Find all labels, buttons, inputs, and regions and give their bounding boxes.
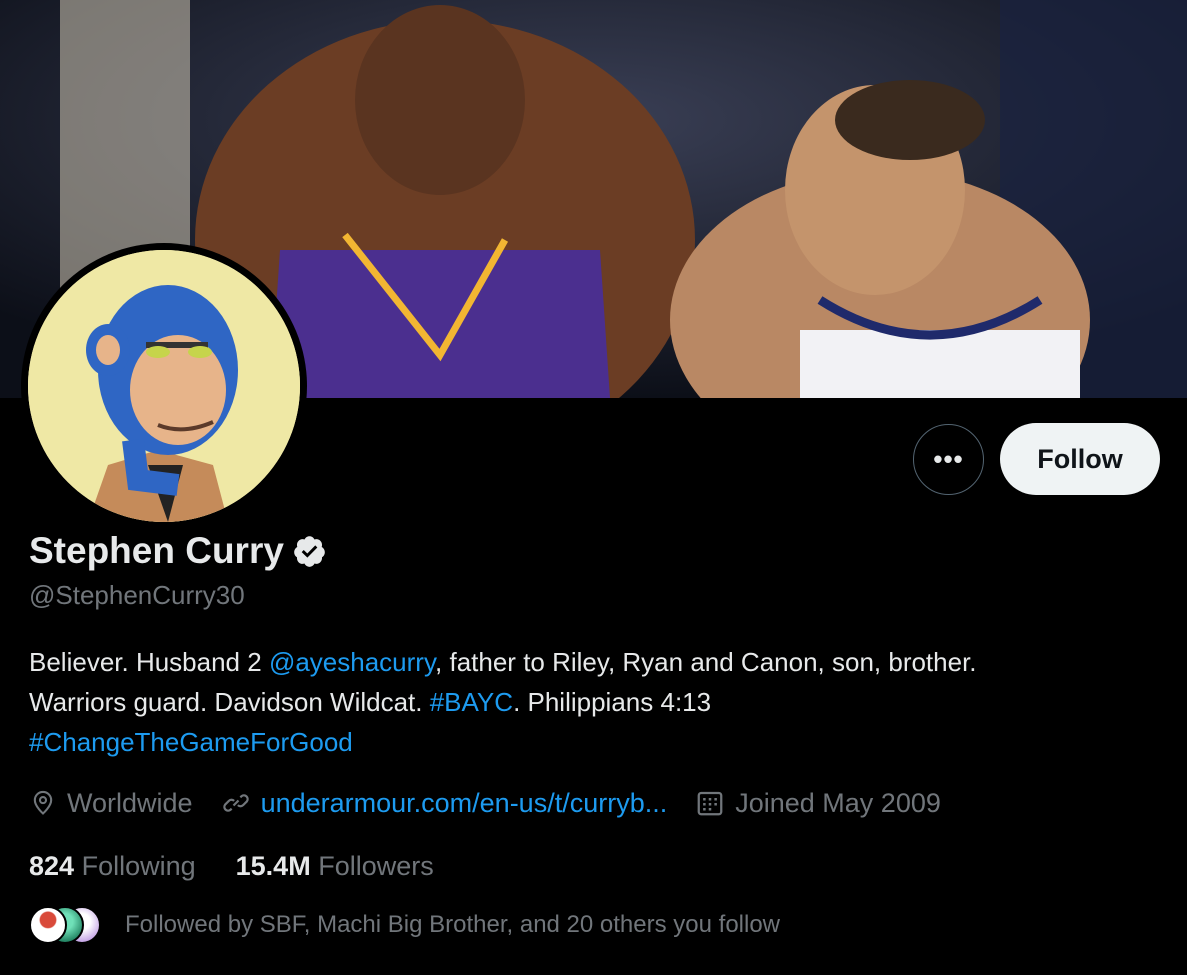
verified-badge-icon[interactable] <box>292 534 327 569</box>
followers-link[interactable]: 15.4M Followers <box>236 851 434 882</box>
bio-text: , father to Riley, Ryan and Canon, son, … <box>435 647 977 677</box>
location-text: Worldwide <box>67 787 193 818</box>
website-link[interactable]: underarmour.com/en-us/t/curryb... <box>261 788 668 819</box>
followers-label: Followers <box>318 850 434 881</box>
following-label: Following <box>81 850 196 881</box>
location-item: Worldwide <box>29 788 193 819</box>
followers-count: 15.4M <box>235 850 311 881</box>
bio-line-1: Believer. Husband 2 @ayeshacurry, father… <box>29 642 1159 682</box>
mutual-avatars <box>29 906 101 944</box>
display-name: Stephen Curry <box>29 530 284 571</box>
following-link[interactable]: 824 Following <box>29 851 196 882</box>
bio-hashtag-link[interactable]: #ChangeTheGameForGood <box>29 727 353 757</box>
more-icon: ••• <box>933 444 964 474</box>
profile-bio: Believer. Husband 2 @ayeshacurry, father… <box>29 642 1159 762</box>
user-handle: @StephenCurry30 <box>29 580 245 610</box>
mutual-avatar <box>29 906 67 944</box>
bio-line-3: #ChangeTheGameForGood <box>29 722 1159 762</box>
joined-item: Joined May 2009 <box>695 788 941 819</box>
calendar-icon <box>697 791 723 816</box>
followers-you-know[interactable]: Followed by SBF, Machi Big Brother, and … <box>29 905 780 945</box>
profile-meta: Worldwide underarmour.com/en-us/t/curryb… <box>29 783 969 823</box>
followed-by-text: Followed by SBF, Machi Big Brother, and … <box>125 911 781 938</box>
bio-text: . Philippians 4:13 <box>513 687 712 717</box>
follow-button[interactable]: Follow <box>1000 423 1160 495</box>
bio-hashtag-link[interactable]: #BAYC <box>430 687 513 717</box>
bio-mention-link[interactable]: @ayeshacurry <box>269 647 435 677</box>
avatar-image <box>28 250 300 522</box>
bio-line-2: Warriors guard. Davidson Wildcat. #BAYC.… <box>29 682 1159 722</box>
bio-text: Believer. Husband 2 <box>29 647 269 677</box>
profile-avatar[interactable] <box>21 243 307 529</box>
ape-avatar-illustration <box>28 250 300 522</box>
website-item[interactable]: underarmour.com/en-us/t/curryb... <box>221 788 668 819</box>
bio-text: Warriors guard. Davidson Wildcat. <box>29 687 430 717</box>
more-options-button[interactable]: ••• <box>913 424 984 495</box>
profile-name-row: Stephen Curry <box>29 530 327 572</box>
profile-stats: 824 Following 15.4M Followers <box>29 846 474 886</box>
following-count: 824 <box>29 850 75 881</box>
location-icon <box>33 790 53 815</box>
joined-date: Joined May 2009 <box>735 787 941 818</box>
link-icon <box>222 794 249 812</box>
